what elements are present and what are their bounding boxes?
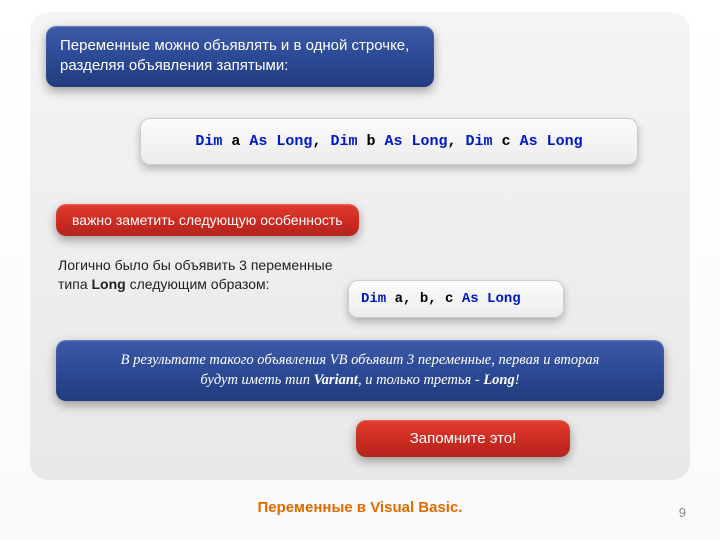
remember-callout: Запомните это! bbox=[356, 420, 570, 457]
result-line1: В результате такого объявления VB объяви… bbox=[121, 352, 600, 368]
kw-as: As Long bbox=[462, 291, 521, 307]
para-suffix: следующим образом: bbox=[126, 276, 270, 292]
remember-text: Запомните это! bbox=[410, 430, 517, 447]
page-number: 9 bbox=[679, 505, 686, 520]
long-word: Long bbox=[483, 372, 514, 388]
important-note-callout: важно заметить следующую особенность bbox=[56, 204, 359, 236]
footer-title: Переменные в Visual Basic. bbox=[0, 499, 720, 516]
result-line2c: , и только третья - bbox=[358, 372, 483, 388]
result-explanation: В результате такого объявления VB объяви… bbox=[56, 340, 664, 401]
kw-as: As Long bbox=[385, 133, 448, 150]
para-bold: Long bbox=[92, 276, 126, 292]
result-line2a: будут иметь тип bbox=[200, 372, 313, 388]
footer-text: Переменные в Visual Basic. bbox=[258, 499, 463, 516]
code-example-main: Dim a As Long, Dim b As Long, Dim c As L… bbox=[140, 118, 638, 165]
kw-dim: Dim bbox=[361, 291, 386, 307]
kw-dim: Dim bbox=[195, 133, 222, 150]
title-callout: Переменные можно объявлять и в одной стр… bbox=[46, 26, 434, 87]
kw-dim: Dim bbox=[330, 133, 357, 150]
code-example-short: Dim a, b, c As Long bbox=[348, 280, 564, 318]
result-line2e: ! bbox=[515, 372, 520, 388]
var-c: c bbox=[502, 133, 511, 150]
title-text: Переменные можно объявлять и в одной стр… bbox=[60, 37, 409, 74]
vars-list: a, b, c bbox=[395, 291, 454, 307]
var-a: a bbox=[231, 133, 240, 150]
kw-as: As Long bbox=[249, 133, 312, 150]
explanation-paragraph: Логично было бы объявить 3 переменные ти… bbox=[58, 256, 358, 294]
kw-dim: Dim bbox=[466, 133, 493, 150]
important-note-text: важно заметить следующую особенность bbox=[72, 212, 343, 228]
kw-as: As Long bbox=[520, 133, 583, 150]
variant-word: Variant bbox=[314, 372, 358, 388]
var-b: b bbox=[366, 133, 375, 150]
